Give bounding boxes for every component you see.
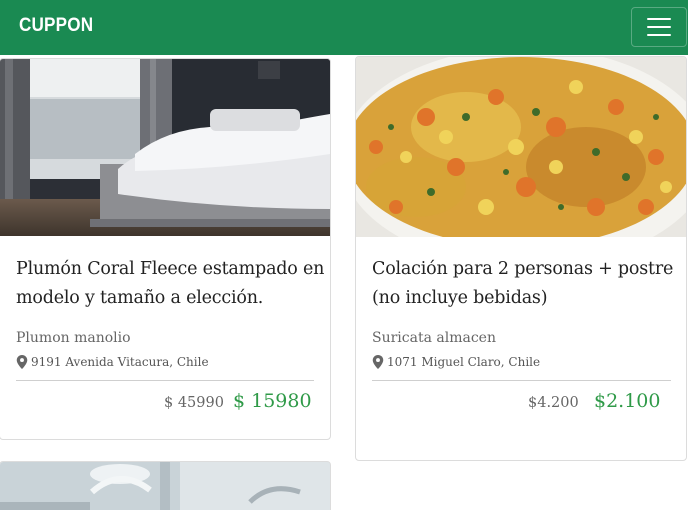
vendor-name: Suricata almacen [372, 330, 496, 346]
original-price: $ 45990 [164, 395, 224, 411]
deal-title-line: (no incluye bebidas) [372, 288, 548, 308]
vegetable-dish-photo[interactable] [356, 57, 687, 237]
deal-title-line: modelo y tamaño a elección. [16, 288, 264, 308]
map-pin-icon [372, 355, 384, 369]
brand-logo[interactable]: CUPPON [19, 15, 93, 37]
vendor-name: Plumon manolio [16, 330, 131, 346]
deal-card[interactable] [0, 461, 331, 510]
discount-price: $ 15980 [233, 390, 312, 412]
map-pin-icon [16, 355, 28, 369]
discount-price: $2.100 [594, 390, 661, 412]
location-address: 1071 Miguel Claro, Chile [372, 355, 540, 369]
card-divider [16, 380, 314, 381]
address-text: 1071 Miguel Claro, Chile [387, 355, 541, 369]
original-price: $4.200 [528, 395, 579, 411]
hamburger-menu-icon [647, 18, 671, 36]
card-divider [372, 380, 671, 381]
location-address: 9191 Avenida Vitacura, Chile [16, 355, 209, 369]
navbar-toggle-button[interactable] [631, 7, 687, 47]
deal-title[interactable]: Colación para 2 personas + postre (no in… [372, 255, 682, 313]
deal-title[interactable]: Plumón Coral Fleece estampado en modelo … [16, 255, 326, 313]
deal-title-line: Colación para 2 personas + postre [372, 259, 674, 279]
deal-card[interactable]: Plumón Coral Fleece estampado en modelo … [0, 58, 331, 440]
dental-clinic-photo[interactable] [0, 462, 331, 510]
bedroom-bed-photo[interactable] [0, 59, 331, 236]
deal-title-line: Plumón Coral Fleece estampado en [16, 259, 325, 279]
deal-card[interactable]: Colación para 2 personas + postre (no in… [355, 56, 687, 461]
top-navbar: CUPPON [0, 0, 688, 55]
address-text: 9191 Avenida Vitacura, Chile [31, 355, 209, 369]
